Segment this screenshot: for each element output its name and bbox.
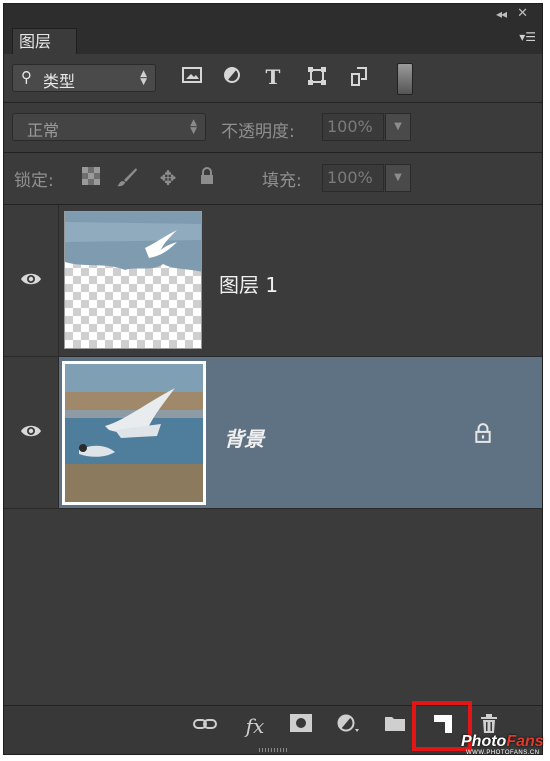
filter-kind-dropdown[interactable]: ⚲ 类型 ▲ ▼ xyxy=(12,64,156,92)
search-icon: ⚲ xyxy=(21,68,32,86)
layer-thumbnail xyxy=(64,211,202,349)
watermark-main-b: Fans xyxy=(506,733,544,750)
opacity-dropdown-button[interactable]: ▼ xyxy=(385,113,411,141)
lock-label: 锁定: xyxy=(14,171,54,191)
chevron-updown-icon: ▲ ▼ xyxy=(190,118,197,136)
chevron-updown-icon: ▲ ▼ xyxy=(140,69,147,87)
tab-layers-label: 图层 xyxy=(19,32,52,51)
layers-panel: ◂◂ ✕ 图层 ▾☰ ⚲ 类型 ▲ ▼ T 正常 ▲ ▼ 不透明度: 100% … xyxy=(3,3,543,755)
fill-label: 填充: xyxy=(262,171,302,191)
image-filter-icon[interactable] xyxy=(181,66,203,88)
visibility-column xyxy=(4,357,59,508)
watermark-logo: PhotoFans xyxy=(461,733,544,751)
lock-transparent-pixels-icon[interactable] xyxy=(80,167,102,189)
watermark-url: WWW.PHOTOFANS.CN xyxy=(466,750,540,756)
new-adjustment-icon[interactable] xyxy=(336,714,362,738)
adjustment-filter-icon[interactable] xyxy=(221,66,243,88)
opacity-value: 100% xyxy=(327,117,373,136)
shape-filter-icon[interactable] xyxy=(306,66,328,88)
fill-value: 100% xyxy=(327,168,373,187)
panel-title-strip: ◂◂ ✕ xyxy=(4,4,542,26)
link-layers-icon[interactable] xyxy=(192,714,218,738)
panel-tab-row: 图层 ▾☰ xyxy=(4,26,542,54)
lock-image-pixels-icon[interactable] xyxy=(116,167,138,189)
layer-thumbnail xyxy=(62,361,206,505)
fx-icon[interactable]: fx xyxy=(242,714,268,738)
blend-mode-value: 正常 xyxy=(27,121,60,140)
layer-row-background[interactable]: 背景 xyxy=(4,357,542,509)
filter-row: ⚲ 类型 ▲ ▼ T xyxy=(4,54,542,103)
filter-toggle-switch[interactable] xyxy=(397,63,413,95)
close-panel-icon[interactable]: ✕ xyxy=(517,6,528,21)
visibility-column xyxy=(4,205,59,356)
lock-icon xyxy=(475,423,491,443)
layer-row-layer1[interactable]: 图层 1 xyxy=(4,205,542,357)
lock-row: 锁定: ✥ 填充: 100% ▼ xyxy=(4,152,542,205)
blend-mode-dropdown[interactable]: 正常 ▲ ▼ xyxy=(12,113,206,141)
lock-all-icon[interactable] xyxy=(196,167,218,189)
layer-name: 图层 1 xyxy=(219,273,279,297)
tab-layers[interactable]: 图层 xyxy=(12,28,77,54)
smart-object-filter-icon[interactable] xyxy=(348,66,370,88)
opacity-input[interactable]: 100% xyxy=(322,113,384,141)
layer-name: 背景 xyxy=(224,427,264,451)
lock-position-icon[interactable]: ✥ xyxy=(157,167,179,189)
fill-input[interactable]: 100% xyxy=(322,164,384,192)
type-filter-icon[interactable]: T xyxy=(262,66,284,88)
panel-menu-icon[interactable]: ▾☰ xyxy=(519,30,536,44)
eye-icon[interactable] xyxy=(19,419,43,443)
resize-grip[interactable] xyxy=(259,748,289,752)
eye-icon[interactable] xyxy=(19,267,43,291)
add-mask-icon[interactable] xyxy=(288,714,314,738)
new-group-icon[interactable] xyxy=(382,714,408,738)
fill-dropdown-button[interactable]: ▼ xyxy=(385,164,411,192)
collapse-panel-icon[interactable]: ◂◂ xyxy=(496,7,507,21)
blend-row: 正常 ▲ ▼ 不透明度: 100% ▼ xyxy=(4,102,542,153)
opacity-label: 不透明度: xyxy=(221,122,295,142)
filter-kind-value: 类型 xyxy=(43,72,76,91)
watermark-main-a: Photo xyxy=(461,733,507,750)
